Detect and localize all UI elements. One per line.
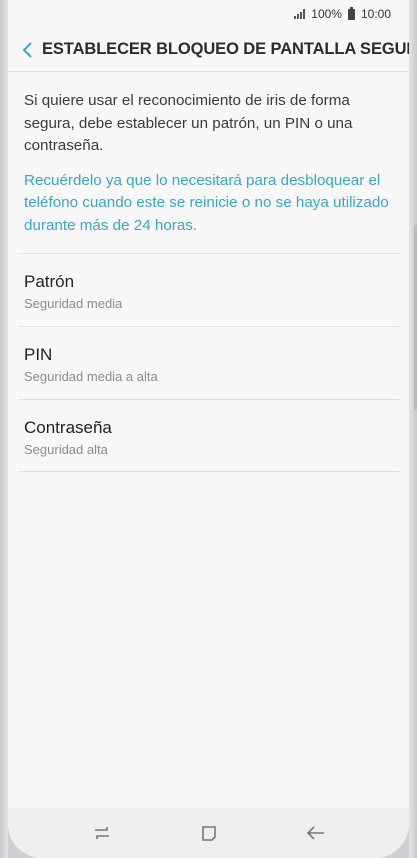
option-pin[interactable]: PIN Seguridad media a alta [18, 326, 399, 399]
option-title: PIN [24, 345, 53, 364]
battery-icon [347, 6, 355, 20]
page-title: ESTABLECER BLOQUEO DE PANTALLA SEGURO [42, 40, 409, 58]
option-title: Patrón [24, 272, 75, 291]
option-password[interactable]: Contraseña Seguridad alta [18, 399, 399, 472]
option-pattern[interactable]: Patrón Seguridad media [18, 253, 399, 326]
content: Si quiere usar el reconocimiento de iris… [8, 72, 409, 237]
back-icon [306, 826, 324, 840]
option-subtitle: Seguridad media a alta [24, 369, 158, 384]
app-bar: ESTABLECER BLOQUEO DE PANTALLA SEGURO [8, 28, 409, 72]
option-subtitle: Seguridad alta [24, 442, 108, 457]
chevron-left-icon [22, 41, 32, 58]
option-title: Contraseña [24, 418, 112, 437]
navigation-bar [8, 808, 409, 858]
status-bar: 100% 10:00 [8, 0, 409, 28]
clock: 10:00 [360, 7, 391, 21]
home-icon [201, 826, 216, 841]
home-button[interactable] [194, 818, 224, 848]
device-right-edge [409, 0, 417, 858]
battery-percent: 100% [311, 7, 342, 21]
back-button[interactable] [22, 37, 34, 63]
description-text: Si quiere usar el reconocimiento de iris… [24, 92, 353, 154]
signal-icon [294, 9, 306, 19]
nav-back-button[interactable] [301, 818, 331, 848]
recent-apps-icon [94, 827, 109, 839]
screen: 100% 10:00 ESTABLECER BLOQUEO DE PANTALL… [8, 0, 409, 858]
notice-text: Recuérdelo ya que lo necesitará para des… [24, 171, 389, 234]
recent-apps-button[interactable] [87, 818, 117, 848]
option-subtitle: Seguridad media [24, 296, 123, 311]
device-left-edge [0, 0, 8, 858]
lock-options-list: Patrón Seguridad media PIN Seguridad med… [18, 253, 399, 472]
